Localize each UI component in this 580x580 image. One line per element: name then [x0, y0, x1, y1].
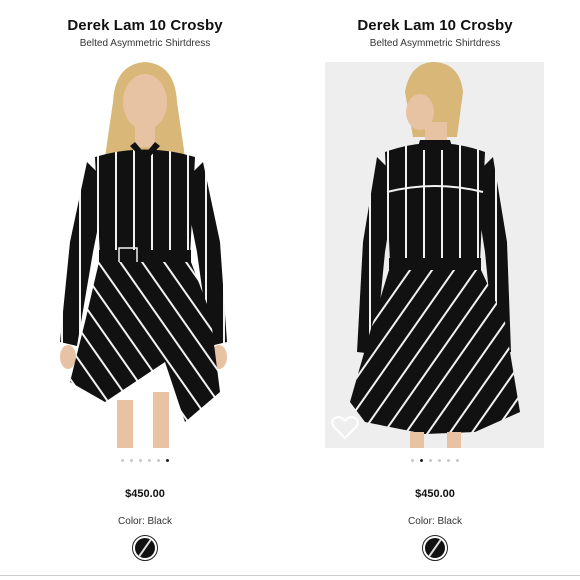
favorite-heart-icon[interactable] — [331, 416, 359, 440]
carousel-dot[interactable] — [411, 459, 414, 462]
product-card-front[interactable]: Derek Lam 10 Crosby Belted Asymmetric Sh… — [0, 0, 290, 580]
carousel-dot[interactable] — [429, 459, 432, 462]
carousel-dot[interactable] — [438, 459, 441, 462]
swatch-icon — [135, 538, 155, 558]
product-card-back[interactable]: Derek Lam 10 Crosby Belted Asymmetric Sh… — [290, 0, 580, 580]
swatch-icon — [425, 538, 445, 558]
price: $450.00 — [125, 488, 165, 500]
product-image-back[interactable] — [325, 62, 544, 448]
color-label: Color: Black — [408, 516, 462, 527]
carousel-dot[interactable] — [447, 459, 450, 462]
carousel-dot[interactable] — [121, 459, 124, 462]
product-title[interactable]: Belted Asymmetric Shirtdress — [290, 38, 580, 49]
color-swatch-black[interactable] — [132, 535, 158, 561]
favorite-heart-icon[interactable] — [41, 416, 69, 440]
carousel-dot[interactable] — [420, 459, 423, 462]
carousel-dot[interactable] — [130, 459, 133, 462]
color-swatch-black[interactable] — [422, 535, 448, 561]
brand-name[interactable]: Derek Lam 10 Crosby — [290, 17, 580, 34]
brand-name[interactable]: Derek Lam 10 Crosby — [0, 17, 290, 34]
price: $450.00 — [415, 488, 455, 500]
carousel-dot[interactable] — [148, 459, 151, 462]
carousel-dot[interactable] — [139, 459, 142, 462]
carousel-dot[interactable] — [157, 459, 160, 462]
product-title[interactable]: Belted Asymmetric Shirtdress — [0, 38, 290, 49]
carousel-indicator — [0, 459, 290, 462]
carousel-indicator — [290, 459, 580, 462]
color-label: Color: Black — [118, 516, 172, 527]
carousel-dot[interactable] — [166, 459, 169, 462]
product-image-front[interactable] — [35, 62, 254, 448]
divider — [0, 575, 580, 576]
carousel-dot[interactable] — [456, 459, 459, 462]
